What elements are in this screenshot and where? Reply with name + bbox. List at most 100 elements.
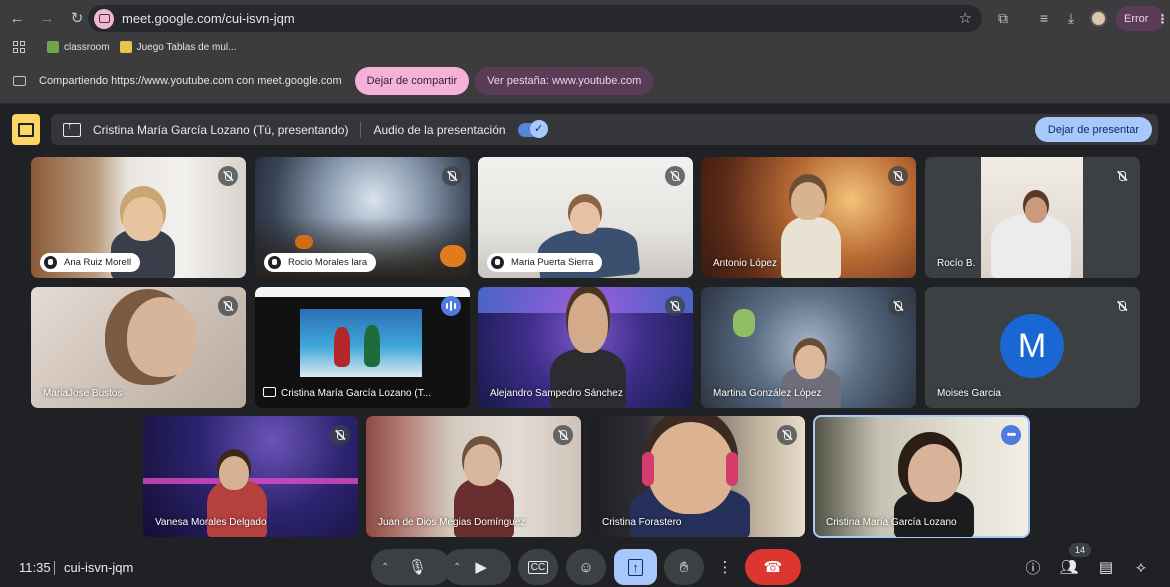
participant-name: Martina González López	[713, 388, 822, 399]
reload-icon[interactable]: ↻	[64, 5, 90, 31]
bookmark-classroom[interactable]: classroom	[47, 41, 110, 53]
profile-avatar[interactable]	[1090, 10, 1107, 27]
participant-tile[interactable]: M Moises Garcia	[925, 287, 1140, 408]
participant-tile[interactable]: Maria Puerta Sierra	[478, 157, 693, 278]
participant-name: Rocío B.	[937, 258, 976, 269]
participant-name: Vanesa Morales Delgado	[155, 517, 267, 528]
muted-mic-icon	[665, 296, 685, 316]
bookmark-juego-tablas[interactable]: Juego Tablas de mul...	[119, 41, 236, 53]
presentation-badge-icon[interactable]	[12, 114, 40, 145]
participant-name-text: Rocio Morales lara	[288, 257, 368, 268]
people-icon[interactable]: 👥︎	[1058, 556, 1080, 578]
activities-icon[interactable]: ⟡	[1130, 556, 1152, 578]
browser-strip	[255, 287, 470, 297]
stop-sharing-button[interactable]: Dejar de compartir	[354, 66, 470, 95]
stop-presenting-button[interactable]: Dejar de presentar	[1034, 117, 1152, 142]
self-view-tile[interactable]: ••• Cristina María García Lozano	[813, 415, 1030, 538]
present-screen-icon	[263, 387, 276, 397]
participant-tile[interactable]: Alejandro Sampedro Sánchez	[478, 287, 693, 408]
participant-face	[791, 182, 825, 220]
emoji-icon: ☺	[578, 558, 594, 576]
pumpkin-icon	[295, 235, 313, 249]
muted-mic-icon	[665, 166, 685, 186]
apps-grid-icon[interactable]	[13, 41, 25, 53]
error-label: Error	[1124, 12, 1149, 25]
dancer-figure	[364, 325, 380, 367]
raised-hand-icon	[491, 256, 504, 269]
more-options-button[interactable]: ⋮	[712, 549, 738, 585]
participant-face	[648, 422, 734, 514]
reactions-button[interactable]: ☺	[566, 549, 606, 585]
participant-face	[908, 444, 960, 502]
camera-icon[interactable]: ▶︎	[475, 558, 487, 576]
media-control-icon[interactable]: ≡	[1033, 7, 1055, 29]
back-icon[interactable]: ←	[4, 5, 30, 31]
bookmark-star-icon[interactable]: ☆	[959, 9, 972, 27]
view-tab-button[interactable]: Ver pestaña: www.youtube.com	[475, 66, 654, 95]
raise-hand-button[interactable]: ✋︎	[664, 549, 704, 585]
extensions-icon[interactable]: ⧉	[992, 7, 1014, 29]
participant-tile[interactable]: Cristina María García Lozano (T...	[255, 287, 470, 408]
bookmarks-bar: classroom Juego Tablas de mul...	[0, 36, 1170, 58]
meeting-details-icon[interactable]: ⓘ	[1022, 556, 1044, 578]
headphones-icon	[726, 452, 738, 486]
participant-tile[interactable]: Rocio Morales lara	[255, 157, 470, 278]
classroom-favicon-icon	[47, 41, 59, 53]
forward-icon[interactable]: →	[34, 5, 60, 31]
participant-face	[568, 293, 608, 353]
participant-count-badge: 14	[1069, 543, 1091, 557]
address-bar[interactable]: meet.google.com/cui-isvn-jqm ☆	[88, 5, 982, 32]
participant-tile[interactable]: Vanesa Morales Delgado	[143, 416, 358, 537]
microphone-icon[interactable]: 🎙︎	[403, 553, 431, 581]
participant-tile[interactable]: Juan de Dios Megias Domínguez	[366, 416, 581, 537]
participant-name-text: Maria Puerta Sierra	[511, 257, 594, 268]
audio-toggle[interactable]	[517, 119, 548, 138]
chat-icon[interactable]: ▤	[1095, 556, 1117, 578]
leave-call-button[interactable]: ☎︎	[745, 549, 801, 585]
audio-label: Audio de la presentación	[373, 122, 506, 137]
mic-control-group: ⌃ 🎙︎	[371, 549, 451, 585]
participant-tile[interactable]: Martina González López	[701, 287, 916, 408]
profile-error-button[interactable]: Error ⋮	[1116, 6, 1168, 31]
participant-tile[interactable]: MariaJose Bustos	[31, 287, 246, 408]
muted-mic-icon	[777, 425, 797, 445]
captions-button[interactable]: CC	[518, 549, 558, 585]
more-options-icon[interactable]: •••	[1001, 425, 1021, 445]
present-button[interactable]: ↑	[614, 549, 657, 585]
headphones-icon	[642, 452, 654, 486]
participant-name: Cristina María García Lozano	[826, 517, 957, 528]
tab-sharing-bar: Compartiendo https://www.youtube.com con…	[0, 58, 1170, 104]
participant-avatar: M	[1000, 314, 1064, 378]
present-screen-icon: ↑	[628, 558, 643, 576]
participant-face	[123, 197, 163, 241]
raised-hand-icon	[44, 256, 57, 269]
participant-name: Moises Garcia	[937, 388, 1001, 399]
participant-tile[interactable]: Cristina Forastero	[590, 416, 805, 537]
participant-name: MariaJose Bustos	[43, 388, 123, 399]
meet-site-icon[interactable]	[94, 8, 114, 29]
participant-face	[1025, 197, 1047, 223]
url-text[interactable]: meet.google.com/cui-isvn-jqm	[122, 11, 295, 26]
audio-options-chevron-icon[interactable]: ⌃	[381, 562, 389, 573]
raised-hand-icon	[268, 256, 281, 269]
download-icon[interactable]: ⤓	[1060, 7, 1082, 29]
muted-mic-icon	[218, 296, 238, 316]
speaking-indicator-icon	[441, 296, 461, 316]
participant-name: Rocio Morales lara	[264, 253, 377, 272]
presentation-panel: Cristina María García Lozano (Tú, presen…	[51, 114, 1158, 145]
participant-body	[991, 215, 1071, 278]
participant-name-text: Cristina María García Lozano (T...	[281, 388, 432, 399]
muted-mic-icon	[330, 425, 350, 445]
juego-favicon-icon	[119, 41, 132, 53]
participant-face	[795, 345, 825, 379]
participant-tile[interactable]: Ana Ruiz Morell	[31, 157, 246, 278]
muted-mic-icon	[1112, 166, 1132, 186]
participant-tile[interactable]: Antonio López	[701, 157, 916, 278]
participant-tile[interactable]: Rocío B.	[925, 157, 1140, 278]
muted-mic-icon	[218, 166, 238, 186]
divider	[360, 121, 362, 138]
participant-video	[981, 157, 1083, 278]
participant-body	[454, 478, 514, 537]
video-options-chevron-icon[interactable]: ⌃	[453, 562, 461, 573]
participant-face	[219, 456, 249, 490]
